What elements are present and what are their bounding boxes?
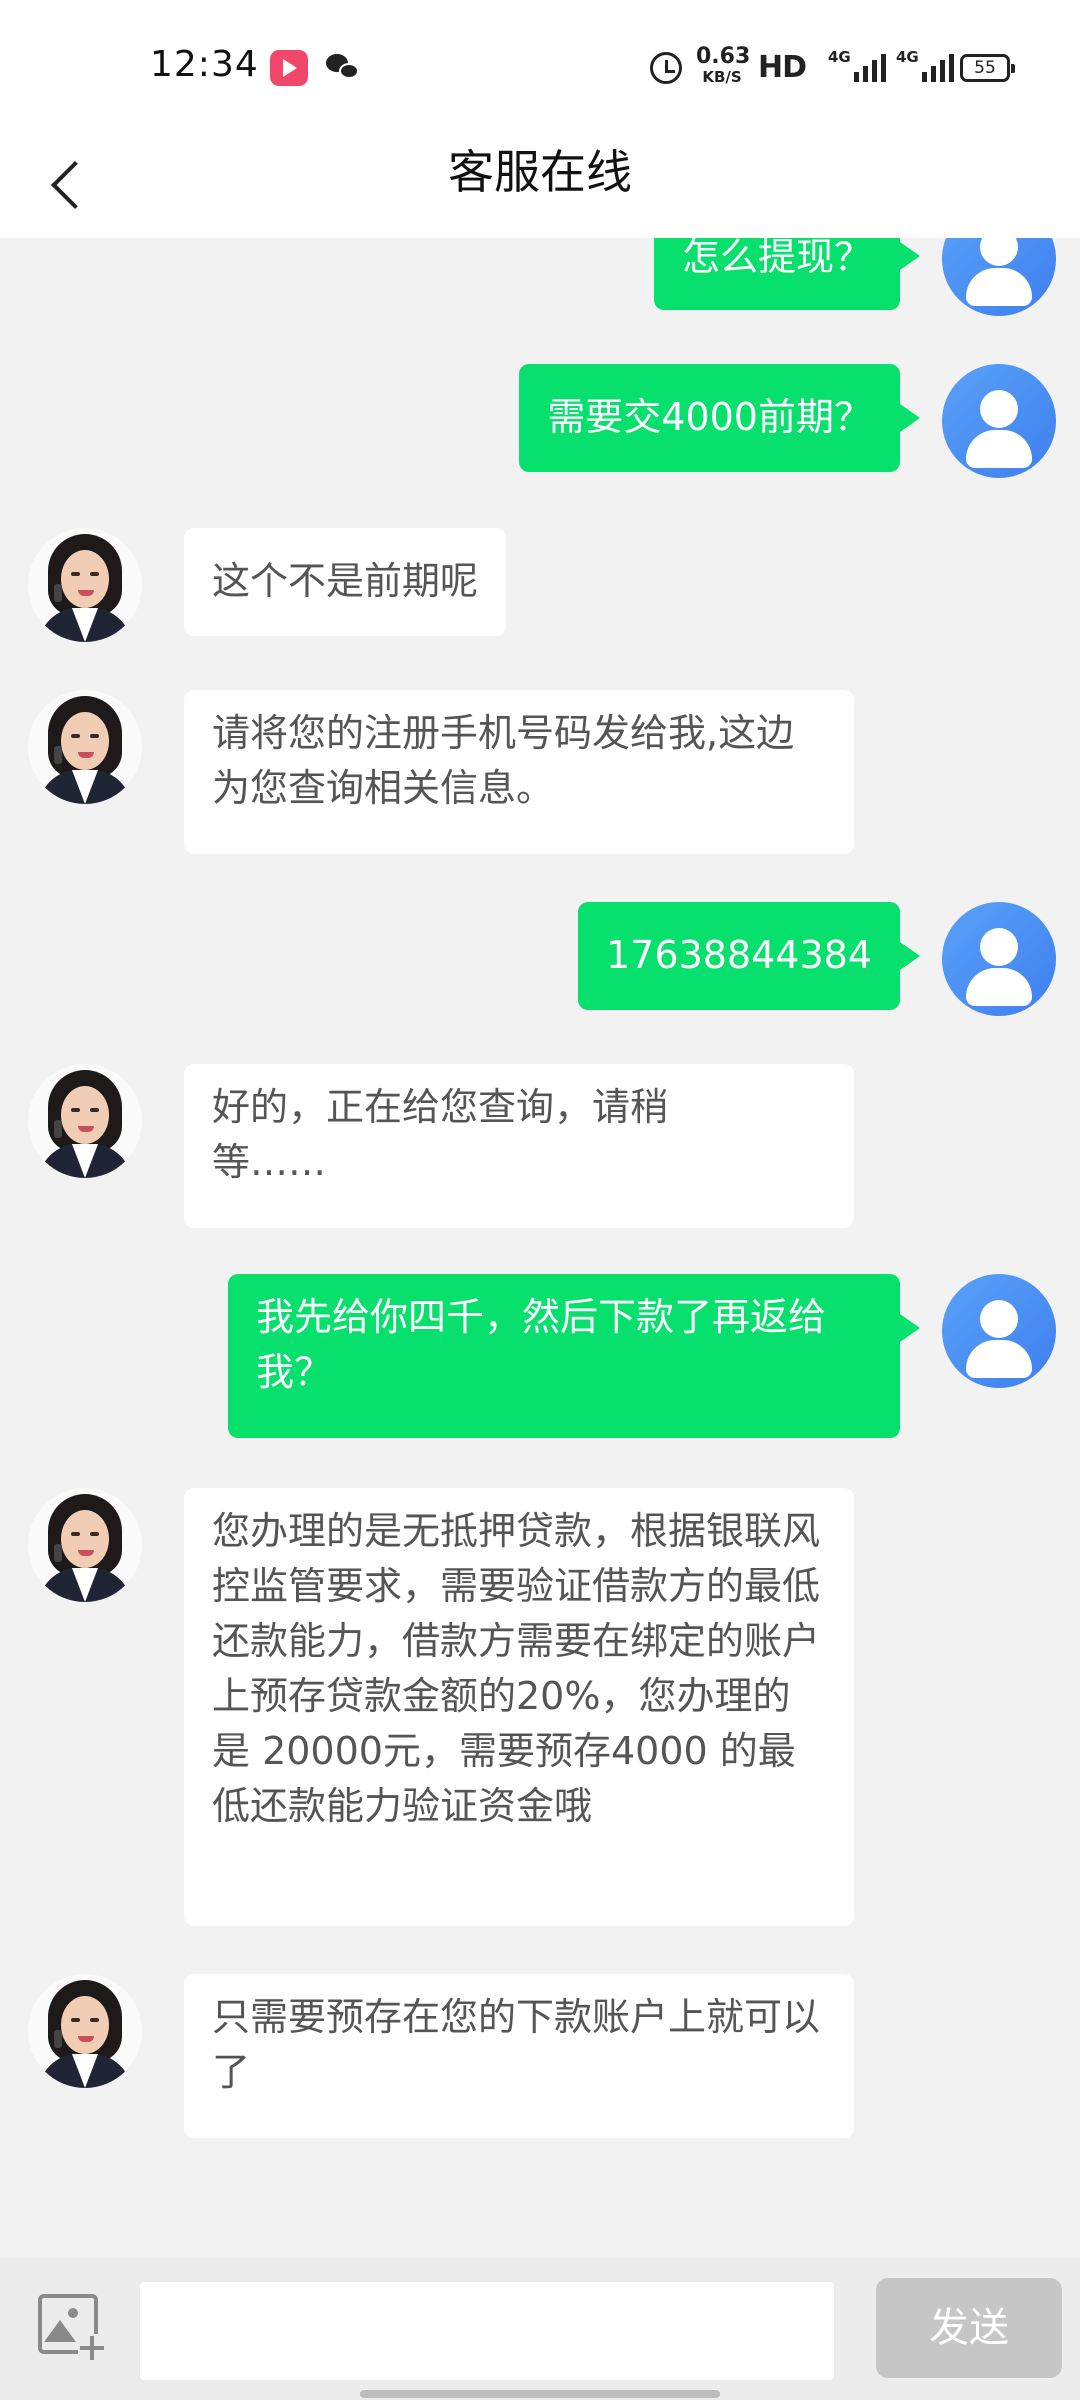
status-time: 12:34 — [150, 44, 259, 85]
message-bubble-sent[interactable]: 需要交4000前期？ — [519, 364, 920, 472]
message-bubble-received[interactable]: 这个不是前期呢 — [184, 528, 507, 636]
message-bubble-received[interactable]: 好的，正在给您查询，请稍等…… — [184, 1064, 854, 1228]
message-bubble-sent[interactable]: 我先给你四千，然后下款了再返给我？ — [228, 1274, 920, 1438]
battery-icon: 55 — [960, 54, 1015, 82]
hd-icon: HD — [758, 50, 807, 85]
signal-icon-sim1: 4G — [828, 48, 890, 84]
message-input[interactable] — [140, 2282, 834, 2380]
agent-avatar[interactable] — [28, 1488, 142, 1602]
agent-avatar[interactable] — [28, 528, 142, 642]
page-title: 客服在线 — [448, 145, 632, 199]
alarm-icon — [650, 52, 682, 84]
user-avatar[interactable] — [942, 238, 1056, 316]
user-avatar[interactable] — [942, 1274, 1056, 1388]
nav-header: 客服在线 — [0, 132, 1080, 238]
agent-avatar[interactable] — [28, 690, 142, 804]
user-avatar[interactable] — [942, 902, 1056, 1016]
message-bubble-received[interactable]: 只需要预存在您的下款账户上就可以了 — [184, 1974, 854, 2138]
message-input-bar: 发送 — [0, 2258, 1080, 2400]
message-bubble-received[interactable]: 请将您的注册手机号码发给我,这边为您查询相关信息。 — [184, 690, 854, 854]
status-bar: 12:34 0.63 KB/S HD 4G 4G 55 — [0, 0, 1080, 132]
network-speed: 0.63 KB/S — [696, 44, 751, 86]
signal-icon-sim2: 4G — [896, 48, 958, 84]
message-bubble-received[interactable]: 您办理的是无抵押贷款，根据银联风控监管要求，需要验证借款方的最低还款能力，借款方… — [184, 1488, 854, 1926]
user-avatar[interactable] — [942, 364, 1056, 478]
agent-avatar[interactable] — [28, 1064, 142, 1178]
message-bubble-sent[interactable]: 17638844384 — [578, 902, 920, 1010]
add-image-icon[interactable] — [34, 2290, 106, 2362]
home-indicator[interactable] — [360, 2390, 720, 2398]
send-button[interactable]: 发送 — [876, 2278, 1062, 2378]
video-app-icon — [270, 50, 308, 86]
agent-avatar[interactable] — [28, 1974, 142, 2088]
message-bubble-sent[interactable]: 怎么提现？ — [653, 238, 921, 310]
chat-message-list[interactable]: 怎么提现？ 需要交4000前期？ 这个不是前期呢 请将您的注册手机号码发给我,这… — [0, 238, 1080, 2258]
wechat-icon — [326, 52, 360, 82]
